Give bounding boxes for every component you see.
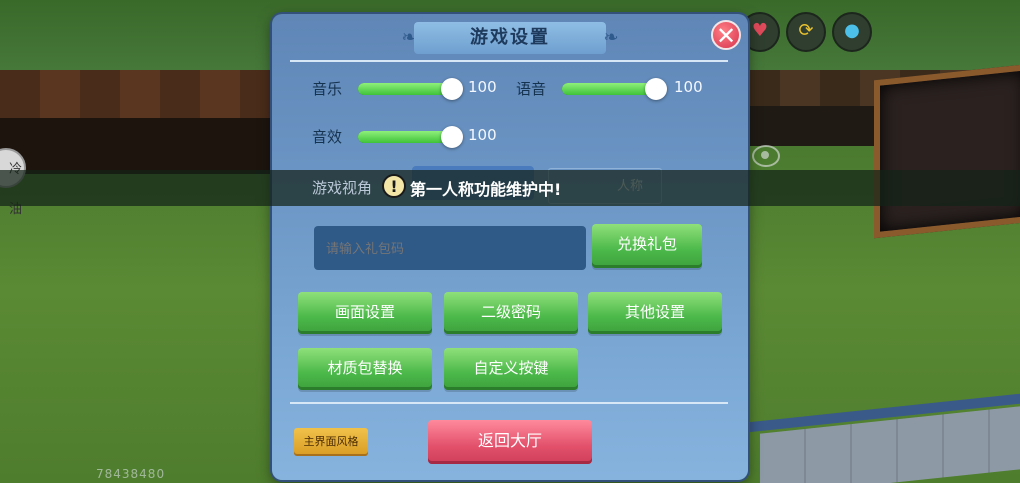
- refresh-icon[interactable]: ⟳: [786, 12, 826, 52]
- player-uid: 78438480: [96, 467, 166, 481]
- voice-label: 语音: [516, 80, 547, 98]
- sfx-slider-fill: [358, 131, 452, 143]
- panel-title: 游戏设置: [414, 22, 606, 54]
- game-settings-panel: ❧ 游戏设置 ❧ ✕ 音乐 100 语音 100 音效 100 人称 兑换礼包 …: [272, 14, 748, 480]
- voice-value: 100: [674, 78, 703, 96]
- dark-trench: [0, 118, 280, 174]
- wooden-wall: [0, 70, 280, 122]
- main-ui-style-button[interactable]: 主界面风格: [294, 428, 368, 456]
- voice-slider-fill: [562, 83, 656, 95]
- divider-bottom: [290, 402, 728, 404]
- sfx-value: 100: [468, 126, 497, 144]
- gift-code-input[interactable]: [314, 226, 586, 270]
- music-slider[interactable]: [358, 78, 463, 100]
- sfx-slider[interactable]: [358, 126, 463, 148]
- return-lobby-button[interactable]: 返回大厅: [428, 420, 592, 464]
- close-button[interactable]: ✕: [711, 20, 741, 50]
- wooden-frame-box: [874, 63, 1020, 239]
- toast-message: 第一人称功能维护中!: [410, 180, 562, 199]
- voice-slider[interactable]: [562, 78, 667, 100]
- sfx-slider-knob[interactable]: [440, 126, 463, 148]
- secondary-password-button[interactable]: 二级密码: [444, 292, 578, 334]
- music-label: 音乐: [312, 80, 343, 98]
- divider-top: [290, 60, 728, 62]
- title-ornament-right-icon: ❧: [603, 27, 619, 48]
- water-drop-icon[interactable]: ●: [832, 12, 872, 52]
- close-icon: ✕: [715, 22, 737, 50]
- music-slider-knob[interactable]: [440, 78, 463, 100]
- custom-keys-button[interactable]: 自定义按键: [444, 348, 578, 390]
- music-value: 100: [468, 78, 497, 96]
- music-slider-fill: [358, 83, 452, 95]
- view-label: 游戏视角: [312, 179, 373, 197]
- sfx-label: 音效: [312, 128, 343, 146]
- other-settings-button[interactable]: 其他设置: [588, 292, 722, 334]
- redeem-gift-button[interactable]: 兑换礼包: [592, 224, 702, 268]
- voice-slider-knob[interactable]: [644, 78, 667, 100]
- texture-pack-button[interactable]: 材质包替换: [298, 348, 432, 390]
- graphics-settings-button[interactable]: 画面设置: [298, 292, 432, 334]
- warning-icon: !: [382, 174, 406, 198]
- eye-icon[interactable]: [752, 145, 780, 167]
